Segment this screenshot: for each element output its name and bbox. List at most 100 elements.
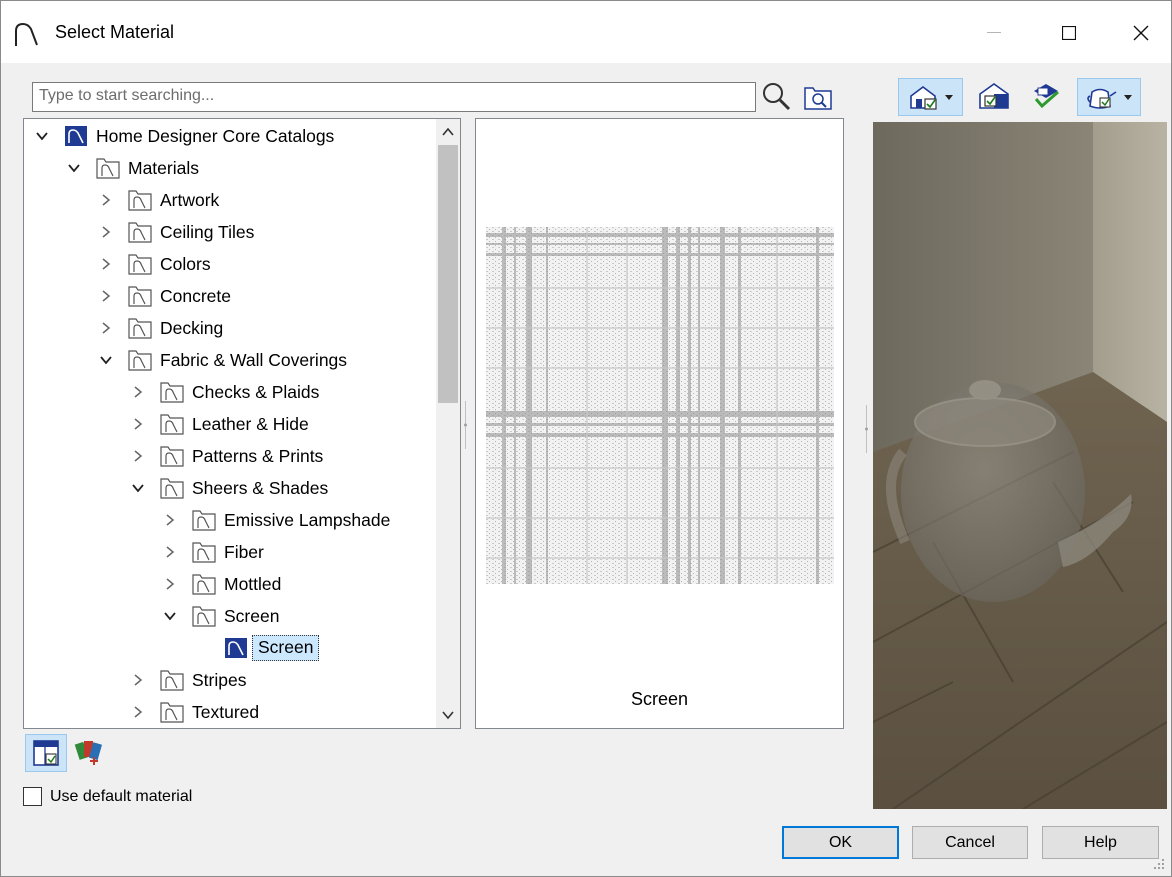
chevron-right-icon[interactable] bbox=[130, 384, 146, 400]
resize-grip-icon[interactable] bbox=[1153, 858, 1165, 870]
folder-icon bbox=[192, 541, 216, 563]
tree-folder-item[interactable]: Emissive Lampshade bbox=[162, 505, 390, 535]
tree-vertical-scrollbar[interactable] bbox=[436, 119, 460, 728]
folder-icon bbox=[192, 573, 216, 595]
minimize-button[interactable] bbox=[971, 15, 1017, 51]
search-box bbox=[32, 82, 756, 112]
catalog-icon bbox=[64, 125, 88, 147]
chevron-down-icon[interactable] bbox=[66, 160, 82, 176]
chevron-right-icon[interactable] bbox=[162, 544, 178, 560]
scroll-down-icon[interactable] bbox=[441, 709, 455, 721]
catalog-tree[interactable]: Home Designer Core Catalogs Materials Artw… bbox=[23, 118, 461, 729]
house-material-icon bbox=[979, 83, 1009, 109]
folder-icon bbox=[192, 509, 216, 531]
search-icon bbox=[763, 83, 791, 111]
search-folder-button[interactable] bbox=[801, 81, 835, 113]
help-button[interactable]: Help bbox=[1042, 826, 1159, 859]
tree-folder-item[interactable]: Fiber bbox=[162, 537, 264, 567]
tree-item-label: Fiber bbox=[224, 541, 264, 562]
tree-folder-item[interactable]: Patterns & Prints bbox=[130, 441, 323, 471]
tree-folder-item[interactable]: Mottled bbox=[162, 569, 281, 599]
library-view-icon bbox=[33, 740, 59, 766]
library-view-button[interactable] bbox=[25, 734, 67, 772]
chevron-right-icon[interactable] bbox=[162, 576, 178, 592]
scroll-up-icon[interactable] bbox=[441, 126, 455, 138]
chevron-down-icon[interactable] bbox=[98, 352, 114, 368]
chevron-down-icon[interactable] bbox=[162, 608, 178, 624]
tree-preview-splitter[interactable] bbox=[464, 401, 467, 449]
chevron-right-icon[interactable] bbox=[98, 256, 114, 272]
folder-icon bbox=[160, 701, 184, 723]
preview-object-button[interactable] bbox=[1077, 78, 1141, 116]
folder-icon bbox=[128, 349, 152, 371]
tree-item-label: Sheers & Shades bbox=[192, 477, 329, 498]
chevron-right-icon[interactable] bbox=[162, 512, 178, 528]
tree-item-label: Home Designer Core Catalogs bbox=[96, 125, 335, 146]
chevron-down-icon[interactable] bbox=[34, 128, 50, 144]
tree-folder-item[interactable]: Concrete bbox=[98, 281, 231, 311]
folder-icon bbox=[128, 253, 152, 275]
tree-folder-item[interactable]: Textured bbox=[130, 697, 259, 727]
tree-folder-item[interactable]: Materials bbox=[66, 153, 199, 183]
folder-icon bbox=[128, 221, 152, 243]
material-swatch bbox=[486, 227, 834, 584]
use-default-material-label: Use default material bbox=[50, 787, 193, 805]
tree-item-label: Checks & Plaids bbox=[192, 381, 320, 402]
tree-folder-item[interactable]: Decking bbox=[98, 313, 223, 343]
chevron-down-icon[interactable] bbox=[130, 480, 146, 496]
chevron-right-icon[interactable] bbox=[98, 288, 114, 304]
folder-icon bbox=[160, 669, 184, 691]
select-material-dialog: Select Material Type to start searching.… bbox=[0, 0, 1172, 877]
folder-icon bbox=[128, 317, 152, 339]
tree-folder-item[interactable]: Colors bbox=[98, 249, 211, 279]
render-preview bbox=[873, 122, 1167, 809]
check-material-icon bbox=[1034, 84, 1059, 109]
chevron-right-icon[interactable] bbox=[98, 192, 114, 208]
chevron-right-icon[interactable] bbox=[130, 704, 146, 720]
minimize-icon bbox=[987, 32, 1001, 33]
tree-folder-item[interactable]: Stripes bbox=[130, 665, 246, 695]
ok-button[interactable]: OK bbox=[782, 826, 899, 859]
tree-item-label: Textured bbox=[192, 701, 260, 722]
chevron-right-icon[interactable] bbox=[130, 448, 146, 464]
material-preview-panel: Screen bbox=[475, 118, 844, 729]
tree-folder-item[interactable]: Sheers & Shades bbox=[130, 473, 328, 503]
preview-render-splitter[interactable] bbox=[865, 405, 868, 453]
cancel-button[interactable]: Cancel bbox=[912, 826, 1028, 859]
apply-material-button[interactable] bbox=[1025, 78, 1065, 114]
tree-folder-item[interactable]: Checks & Plaids bbox=[130, 377, 319, 407]
chevron-right-icon[interactable] bbox=[98, 224, 114, 240]
tree-item-label: Concrete bbox=[160, 285, 232, 306]
app-logo-icon bbox=[15, 22, 38, 46]
folder-icon bbox=[160, 477, 184, 499]
folder-icon bbox=[96, 157, 120, 179]
search-button[interactable] bbox=[759, 79, 793, 113]
house-check-icon bbox=[909, 86, 953, 110]
use-default-material-row[interactable]: Use default material bbox=[23, 787, 192, 806]
material-palette-button[interactable] bbox=[71, 734, 107, 770]
scroll-thumb[interactable] bbox=[438, 145, 458, 403]
material-swatches-icon bbox=[74, 741, 103, 765]
chevron-right-icon[interactable] bbox=[130, 416, 146, 432]
tree-folder-item[interactable]: Ceiling Tiles bbox=[98, 217, 254, 247]
search-input[interactable] bbox=[33, 83, 745, 109]
close-button[interactable] bbox=[1118, 15, 1164, 51]
use-default-material-checkbox[interactable] bbox=[23, 787, 42, 806]
tree-folder-item[interactable]: Leather & Hide bbox=[130, 409, 309, 439]
tree-item-label: Fabric & Wall Coverings bbox=[160, 349, 348, 370]
chevron-right-icon[interactable] bbox=[98, 320, 114, 336]
material-icon bbox=[224, 637, 248, 659]
tree-folder-item[interactable]: Home Designer Core Catalogs bbox=[34, 121, 334, 151]
window-title: Select Material bbox=[55, 22, 175, 42]
material-house-button[interactable] bbox=[974, 78, 1014, 114]
tree-folder-item[interactable]: Screen bbox=[162, 601, 279, 631]
maximize-button[interactable] bbox=[1046, 15, 1092, 51]
folder-icon bbox=[128, 189, 152, 211]
tree-folder-item[interactable]: Artwork bbox=[98, 185, 219, 215]
tree-item-label: Emissive Lampshade bbox=[224, 509, 391, 530]
view-options-button[interactable] bbox=[898, 78, 963, 116]
tree-folder-item[interactable]: Fabric & Wall Coverings bbox=[98, 345, 347, 375]
chevron-right-icon[interactable] bbox=[130, 672, 146, 688]
tree-material-item[interactable]: Screen bbox=[194, 633, 320, 663]
